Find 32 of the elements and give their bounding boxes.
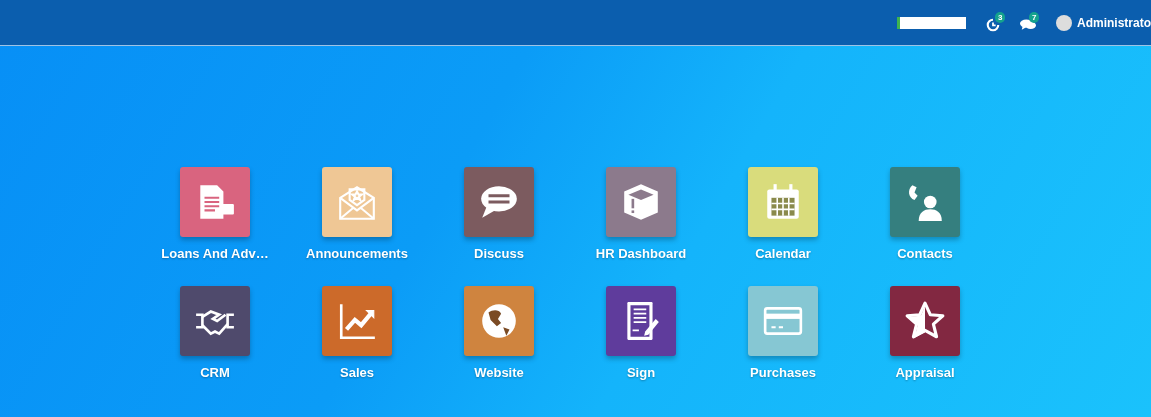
app-label: Appraisal (895, 365, 955, 380)
app-tile[interactable]: Website (428, 286, 570, 380)
app-label: Discuss (474, 246, 524, 261)
app-label: CRM (200, 365, 230, 380)
app-tile[interactable]: Contacts (854, 167, 996, 261)
app-label: Contacts (897, 246, 953, 261)
messages-badge: 7 (1029, 11, 1040, 23)
activity-badge: 3 (995, 11, 1006, 23)
app-label: Calendar (755, 246, 811, 261)
user-menu[interactable]: Administrato (1056, 14, 1151, 31)
app-tile[interactable]: Purchases (712, 286, 854, 380)
messages-button[interactable]: 7 (1020, 11, 1044, 34)
app-label: Sales (340, 365, 374, 380)
app-label: Sign (626, 365, 656, 380)
app-label: Purchases (750, 365, 816, 380)
app-tile[interactable]: Appraisal (854, 286, 996, 380)
app-label: Website (474, 365, 524, 380)
activity-button[interactable]: 3 (986, 11, 1008, 34)
app-tile[interactable]: CRM (144, 286, 286, 380)
avatar-icon (1056, 14, 1072, 31)
app-tile[interactable]: Calendar (712, 167, 854, 261)
chat-icon (1020, 18, 1036, 31)
app-tile[interactable]: Sales (286, 286, 428, 380)
app-tile[interactable]: Announcements (286, 167, 428, 261)
app-tile[interactable]: Sign (570, 286, 712, 380)
clock-icon (986, 17, 1000, 32)
app-label: HR Dashboard (595, 246, 687, 261)
app-tile[interactable]: HR Dashboard (570, 167, 712, 261)
app-label: Announcements (306, 246, 408, 261)
app-tile[interactable]: Loans And Adv… (144, 167, 286, 261)
app-tile[interactable]: Discuss (428, 167, 570, 261)
app-label: Loans And Adv… (161, 246, 269, 261)
